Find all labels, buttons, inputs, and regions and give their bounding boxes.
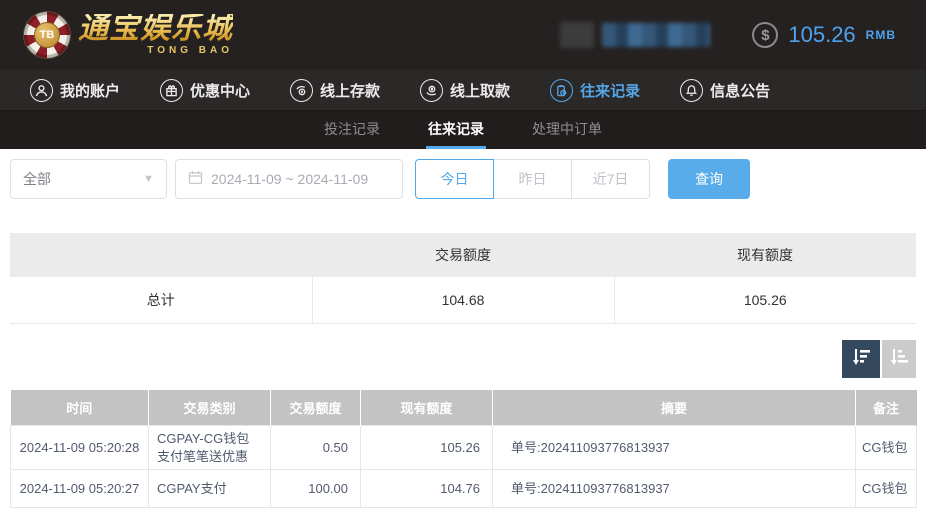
type-select[interactable]: 全部 ▼ <box>10 159 167 199</box>
today-button[interactable]: 今日 <box>415 159 494 199</box>
summary-header-trade-amount: 交易额度 <box>312 233 614 277</box>
col-header-balance: 现有额度 <box>360 389 493 426</box>
cell-type: CGPAY-CG钱包支付笔笔送优惠 <box>148 424 271 471</box>
main-nav: 我的账户 优惠中心 线上存款 线上取款 往来记录 信息公告 <box>0 70 926 111</box>
date-range-value: 2024-11-09 ~ 2024-11-09 <box>211 171 369 187</box>
nav-label: 线上取款 <box>450 82 511 100</box>
table-row: 2024-11-09 05:20:28 CGPAY-CG钱包支付笔笔送优惠 0.… <box>10 424 917 471</box>
col-header-summary: 摘要 <box>492 389 856 426</box>
logo-title: 通宝娱乐城 <box>78 12 233 45</box>
tab-betting-records[interactable]: 投注记录 <box>322 111 382 149</box>
gift-icon <box>160 78 184 102</box>
dollar-circle-icon: $ <box>752 22 779 48</box>
last7days-button[interactable]: 近7日 <box>571 159 650 199</box>
tab-transaction-records[interactable]: 往来记录 <box>426 111 486 149</box>
chevron-down-icon: ▼ <box>143 173 154 185</box>
sub-tab-bar: 投注记录 往来记录 处理中订单 <box>0 111 926 149</box>
nav-item-my-account[interactable]: 我的账户 <box>30 78 121 102</box>
top-header: TB 通宝娱乐城 TONG BAO $ 105.26 RMB <box>0 0 926 70</box>
col-header-time: 时间 <box>10 389 149 426</box>
cell-amount: 100.00 <box>270 469 361 509</box>
nav-item-promotions[interactable]: 优惠中心 <box>160 78 251 102</box>
bell-icon <box>680 78 704 102</box>
filter-bar: 全部 ▼ 2024-11-09 ~ 2024-11-09 今日 昨日 近7日 查… <box>0 149 926 199</box>
nav-label: 线上存款 <box>320 82 381 100</box>
type-select-value: 全部 <box>23 171 51 187</box>
tab-pending-orders[interactable]: 处理中订单 <box>530 111 604 149</box>
summary-total-row: 总计 104.68 105.26 <box>10 277 916 324</box>
cell-type: CGPAY支付 <box>148 469 271 509</box>
nav-item-transaction-records[interactable]: 往来记录 <box>550 78 641 102</box>
transactions-table: 时间 交易类别 交易额度 现有额度 摘要 备注 2024-11-09 05:20… <box>10 389 917 509</box>
summary-header-row: 交易额度 现有额度 <box>10 233 916 277</box>
sort-controls <box>10 339 916 378</box>
summary-trade-amount-value: 104.68 <box>311 277 614 324</box>
sort-ascending-icon <box>888 346 910 371</box>
table-header-row: 时间 交易类别 交易额度 现有额度 摘要 备注 <box>10 389 917 426</box>
search-button[interactable]: 查询 <box>668 159 750 199</box>
cell-summary: 单号:202411093776813937 <box>492 424 856 471</box>
sort-ascending-button[interactable] <box>882 339 916 378</box>
nav-item-deposit[interactable]: 线上存款 <box>290 78 381 102</box>
quick-date-buttons: 今日 昨日 近7日 <box>415 159 650 199</box>
summary-header-empty <box>10 233 312 277</box>
deposit-icon <box>290 78 314 102</box>
sort-descending-button[interactable] <box>842 339 880 378</box>
records-icon <box>550 78 574 102</box>
date-range-input[interactable]: 2024-11-09 ~ 2024-11-09 <box>175 159 403 199</box>
nav-item-withdraw[interactable]: 线上取款 <box>420 78 511 102</box>
nav-label: 优惠中心 <box>190 82 251 100</box>
summary-table: 交易额度 现有额度 总计 104.68 105.26 <box>10 233 916 324</box>
nav-label: 信息公告 <box>710 82 771 100</box>
cell-balance: 105.26 <box>360 424 493 471</box>
cell-amount: 0.50 <box>270 424 361 471</box>
col-header-type: 交易类别 <box>148 389 271 426</box>
site-logo[interactable]: TB 通宝娱乐城 TONG BAO <box>24 12 233 58</box>
chip-tb-monogram: TB <box>34 22 60 48</box>
table-row: 2024-11-09 05:20:27 CGPAY支付 100.00 104.7… <box>10 469 917 509</box>
balance-currency: RMB <box>865 28 896 42</box>
nav-label: 往来记录 <box>580 82 641 100</box>
summary-current-amount-value: 105.26 <box>613 277 916 324</box>
cell-time: 2024-11-09 05:20:27 <box>10 469 149 509</box>
calendar-icon <box>188 170 203 188</box>
balance-display[interactable]: $ 105.26 RMB <box>752 22 896 48</box>
sort-descending-icon <box>850 346 872 371</box>
col-header-amount: 交易额度 <box>270 389 361 426</box>
cell-time: 2024-11-09 05:20:28 <box>10 424 149 471</box>
summary-total-label: 总计 <box>10 277 312 324</box>
withdraw-icon <box>420 78 444 102</box>
cell-note: CG钱包 <box>855 424 917 471</box>
nav-label: 我的账户 <box>60 82 121 100</box>
col-header-note: 备注 <box>855 389 917 426</box>
username-text-redacted <box>602 23 711 47</box>
yesterday-button[interactable]: 昨日 <box>493 159 572 199</box>
logo-subtitle: TONG BAO <box>147 45 233 56</box>
nav-item-announcements[interactable]: 信息公告 <box>680 78 771 102</box>
cell-summary: 单号:202411093776813937 <box>492 469 856 509</box>
summary-header-current-amount: 现有额度 <box>614 233 916 277</box>
avatar <box>560 22 595 48</box>
cell-balance: 104.76 <box>360 469 493 509</box>
username-blurred[interactable] <box>560 22 711 48</box>
casino-chip-icon: TB <box>24 12 70 58</box>
cell-note: CG钱包 <box>855 469 917 509</box>
balance-amount: 105.26 <box>788 22 856 47</box>
user-icon <box>30 78 53 102</box>
